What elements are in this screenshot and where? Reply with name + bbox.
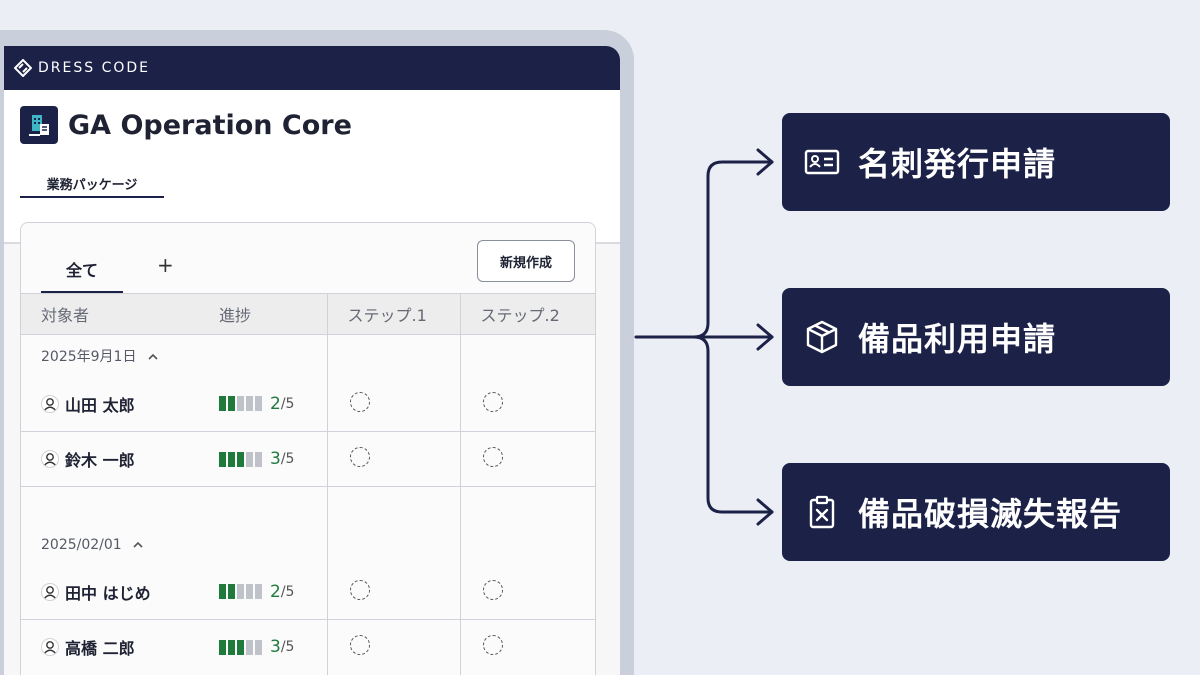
card-label: 備品破損滅失報告 bbox=[858, 495, 1123, 533]
clipboard-x-icon bbox=[804, 494, 840, 530]
package-box-icon bbox=[804, 319, 840, 355]
card-business-card-request[interactable]: 名刺発行申請 bbox=[782, 113, 1170, 211]
card-label: 名刺発行申請 bbox=[858, 145, 1057, 183]
card-equipment-damage-report[interactable]: 備品破損滅失報告 bbox=[782, 463, 1170, 561]
card-equipment-use-request[interactable]: 備品利用申請 bbox=[782, 288, 1170, 386]
card-label: 備品利用申請 bbox=[858, 320, 1057, 358]
id-card-icon bbox=[804, 144, 840, 180]
